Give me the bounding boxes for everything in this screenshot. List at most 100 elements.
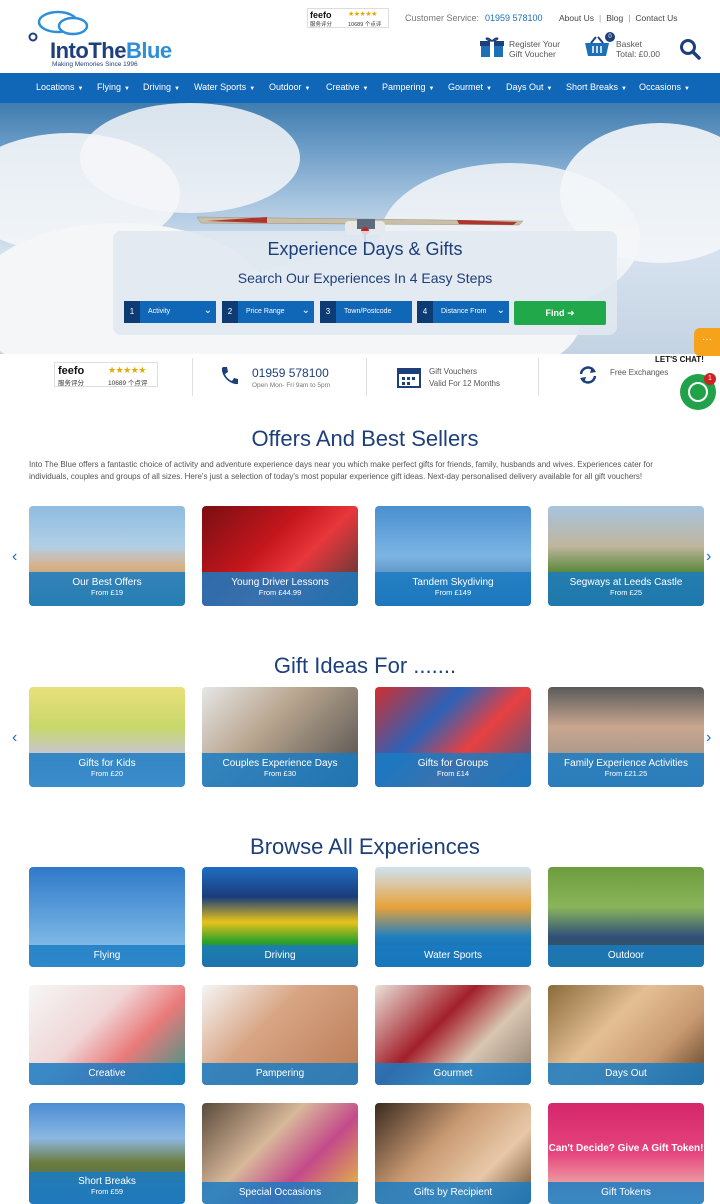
chevron-down-icon: ▼ — [546, 86, 553, 92]
carousel-next-icon[interactable]: › — [706, 729, 711, 747]
logo-cloud-icon — [28, 10, 89, 42]
chevron-down-icon: ▼ — [174, 86, 180, 92]
calendar-icon — [397, 368, 421, 388]
exchange-icon — [579, 366, 597, 384]
search-icon[interactable] — [679, 38, 701, 60]
carousel-next-icon[interactable]: › — [706, 548, 711, 566]
customer-service-phone[interactable]: 01959 578100 — [485, 13, 543, 23]
nav-creative[interactable]: Creative ▼ — [326, 82, 368, 92]
chevron-down-icon: ⌄ — [301, 305, 310, 316]
hero-title: Experience Days & Gifts — [267, 239, 463, 259]
category-water-sports[interactable]: Water Sports — [375, 867, 531, 967]
carousel-prev-icon[interactable]: ‹ — [12, 548, 17, 566]
contact-us-link[interactable]: Contact Us — [635, 13, 677, 23]
gift-card[interactable]: Gifts for Groups From £14 — [375, 687, 531, 787]
hero-subtitle: Search Our Experiences In 4 Easy Steps — [237, 270, 493, 286]
site-header: IntoTheBlue Making Memories Since 1996 f… — [0, 0, 720, 73]
gift-card[interactable]: Couples Experience Days From £30 — [202, 687, 358, 787]
chat-bubble-icon[interactable]: ··· — [694, 328, 720, 356]
chat-notification-badge: 1 — [704, 373, 716, 385]
offer-card[interactable]: Our Best Offers From £19 — [29, 506, 185, 606]
chevron-down-icon: ⌄ — [496, 305, 505, 316]
voucher-validity: Gift Vouchers Valid For 12 Months — [429, 367, 500, 388]
category-days-out[interactable]: Days Out — [548, 985, 704, 1085]
hero-banner: Experience Days & Gifts Search Our Exper… — [0, 103, 720, 354]
nav-pampering[interactable]: Pampering ▼ — [382, 82, 434, 92]
nav-water-sports[interactable]: Water Sports ▼ — [194, 82, 255, 92]
about-us-link[interactable]: About Us — [559, 13, 594, 23]
category-special-occasions[interactable]: Special Occasions — [202, 1103, 358, 1204]
nav-driving[interactable]: Driving ▼ — [143, 82, 180, 92]
basket-count-badge: 0 — [605, 32, 615, 42]
step-postcode-input[interactable]: 3 Town/Postcode — [320, 301, 412, 323]
chevron-down-icon: ▼ — [77, 86, 84, 92]
category-pampering[interactable]: Pampering — [202, 985, 358, 1085]
feefo-rating-badge[interactable]: feefo 服务评分 ★★★★★ 10689 个点评 — [307, 8, 389, 28]
chevron-down-icon: ▼ — [249, 86, 256, 92]
top-links: About Us | Blog | Contact Us — [559, 13, 678, 23]
category-driving[interactable]: Driving — [202, 867, 358, 967]
chevron-down-icon: ▼ — [304, 86, 311, 92]
main-nav: Locations ▼ Flying ▼ Driving ▼ Water Sports… — [0, 73, 720, 103]
basket-button[interactable]: 0 Basket Total: £0.00 — [584, 32, 664, 62]
step-activity-select[interactable]: 1 Activity ⌄ — [124, 301, 216, 323]
offers-intro: Into The Blue offers a fantastic choice … — [29, 460, 653, 481]
nav-locations[interactable]: Locations ▼ — [36, 82, 83, 92]
gift-token-overlay: Can't Decide? Give A Gift Token! — [548, 1143, 704, 1154]
register-voucher-button[interactable]: Register Your Gift Voucher — [480, 36, 570, 62]
gift-icon — [480, 37, 504, 57]
nav-outdoor[interactable]: Outdoor ▼ — [269, 82, 310, 92]
chat-icon — [688, 382, 708, 402]
chat-label: LET'S CHAT! — [655, 355, 704, 364]
nav-flying[interactable]: Flying ▼ — [97, 82, 130, 92]
star-rating-icon: ★★★★★ — [348, 11, 377, 18]
blog-link[interactable]: Blog — [606, 13, 623, 23]
nav-short-breaks[interactable]: Short Breaks ▼ — [566, 82, 627, 92]
chevron-down-icon: ▼ — [621, 86, 627, 92]
browse-title: Browse All Experiences — [250, 834, 480, 859]
carousel-prev-icon[interactable]: ‹ — [12, 729, 17, 747]
offer-card[interactable]: Tandem Skydiving From £149 — [375, 506, 531, 606]
free-exchanges: Free Exchanges — [610, 368, 669, 377]
chevron-down-icon: ▼ — [124, 86, 130, 92]
trust-hours: Open Mon- Fri 9am to 5pm — [252, 382, 331, 389]
basket-total: Total: £0.00 — [616, 49, 660, 59]
voucher-label-2: Gift Voucher — [509, 49, 556, 59]
phone-icon — [221, 367, 238, 385]
voucher-label-1: Register Your — [509, 39, 561, 49]
offers-title: Offers And Best Sellers — [251, 426, 479, 451]
chevron-down-icon: ▼ — [428, 86, 435, 92]
category-outdoor[interactable]: Outdoor — [548, 867, 704, 967]
chevron-down-icon: ▼ — [486, 86, 492, 92]
nav-days-out[interactable]: Days Out ▼ — [506, 82, 552, 92]
category-gift-tokens[interactable]: Can't Decide? Give A Gift Token! Gift To… — [548, 1103, 704, 1204]
basket-label: Basket — [616, 39, 642, 49]
chevron-down-icon: ▼ — [362, 86, 369, 92]
offer-card[interactable]: Segways at Leeds Castle From £25 — [548, 506, 704, 606]
review-count: 10689 个点评 — [348, 22, 382, 28]
category-flying[interactable]: Flying — [29, 867, 185, 967]
nav-occasions[interactable]: Occasions ▼ — [639, 82, 690, 92]
category-gourmet[interactable]: Gourmet — [375, 985, 531, 1085]
category-creative[interactable]: Creative — [29, 985, 185, 1085]
logo[interactable]: IntoTheBlue Making Memories Since 1996 — [28, 8, 172, 68]
feefo-rating-badge[interactable]: feefo 服务评分 ★★★★★ 10689 个点评 — [54, 362, 158, 387]
customer-service-label: Customer Service: — [405, 13, 480, 23]
feefo-logo: feefo — [310, 10, 332, 20]
feefo-sub: 服务评分 — [310, 22, 333, 28]
category-gifts-by-recipient[interactable]: Gifts by Recipient — [375, 1103, 531, 1204]
offer-card[interactable]: Young Driver Lessons From £44.99 — [202, 506, 358, 606]
gifts-title: Gift Ideas For ....... — [273, 653, 457, 678]
logo-tagline: Making Memories Since 1996 — [52, 61, 138, 68]
step-price-select[interactable]: 2 Price Range ⌄ — [222, 301, 314, 323]
find-button[interactable]: Find ➜ — [514, 301, 606, 325]
gift-card[interactable]: Family Experience Activities From £21.25 — [548, 687, 704, 787]
gift-card[interactable]: Gifts for Kids From £20 — [29, 687, 185, 787]
nav-gourmet[interactable]: Gourmet ▼ — [448, 82, 492, 92]
category-short-breaks[interactable]: Short Breaks From £59 — [29, 1103, 185, 1204]
step-distance-select[interactable]: 4 Distance From ⌄ — [417, 301, 509, 323]
star-rating-icon: ★★★★★ — [108, 365, 146, 375]
trust-bar: feefo 服务评分 ★★★★★ 10689 个点评 01959 578100 … — [0, 354, 720, 400]
trust-phone[interactable]: 01959 578100 — [252, 366, 329, 380]
arrow-right-icon: ➜ — [566, 308, 575, 318]
